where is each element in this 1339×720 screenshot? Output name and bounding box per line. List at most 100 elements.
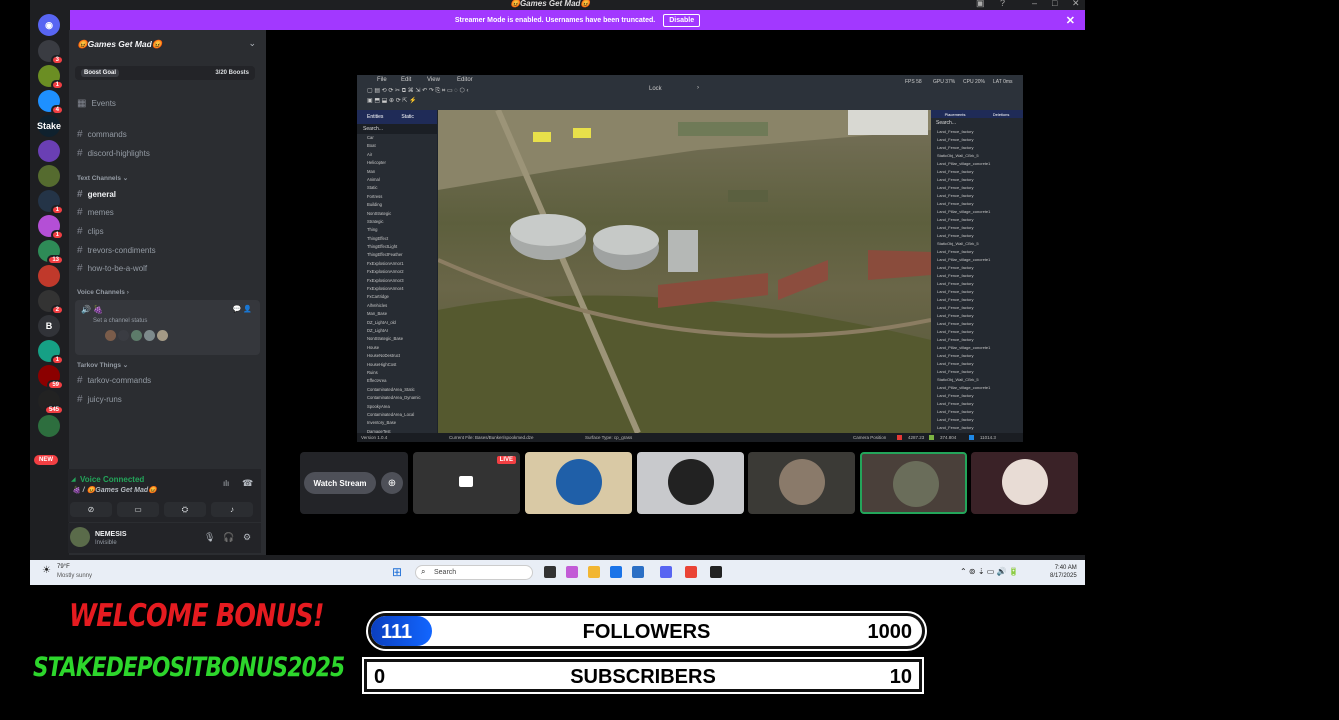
weather-desc[interactable]: Mostly sunny	[57, 573, 92, 579]
tab-deletions[interactable]: Deletions	[993, 112, 1010, 117]
tab-placements[interactable]: Placements	[945, 112, 966, 117]
menu-editor[interactable]: Editor	[457, 77, 473, 83]
placement-list-item[interactable]: Land_Fence_factory	[931, 328, 1023, 336]
placement-list-item[interactable]: Land_Fence_factory	[931, 264, 1023, 272]
edge-icon[interactable]	[610, 566, 622, 578]
watch-stream-button[interactable]: Watch Stream	[304, 472, 376, 494]
lock-label[interactable]: Lock	[649, 86, 662, 92]
avatar[interactable]	[157, 330, 168, 341]
object-list-item[interactable]: FxExplosionArmor2	[357, 268, 437, 276]
object-list-item[interactable]: NonStrategic	[357, 210, 437, 218]
object-list-item[interactable]: SpookyArea	[357, 403, 437, 411]
app-icon[interactable]	[710, 566, 722, 578]
participant-tile[interactable]	[971, 452, 1078, 514]
object-list-item[interactable]: Strategic	[357, 218, 437, 226]
placement-list-item[interactable]: Land_Fence_factory	[931, 424, 1023, 432]
placement-list-item[interactable]: Land_Fence_factory	[931, 168, 1023, 176]
server-icon[interactable]: 545	[38, 390, 64, 415]
inbox-icon[interactable]: ▣	[976, 0, 985, 9]
placement-list-item[interactable]: Land_Fence_factory	[931, 296, 1023, 304]
voice-connected-status[interactable]: Voice Connected	[80, 475, 144, 484]
map-viewport[interactable]	[438, 110, 931, 433]
tarkov-things-category[interactable]: Tarkov Things ⌄	[77, 361, 128, 369]
headphones-icon[interactable]: 🎧	[223, 532, 234, 543]
server-icon[interactable]: Stake	[37, 115, 61, 137]
placement-list-item[interactable]: Land_Fence_factory	[931, 360, 1023, 368]
placement-list-item[interactable]: Land_Fence_factory	[931, 176, 1023, 184]
placement-list-item[interactable]: Land_Fence_factory	[931, 280, 1023, 288]
placement-list-item[interactable]: Land_Fence_factory	[931, 224, 1023, 232]
placement-list-item[interactable]: Land_Fence_factory	[931, 128, 1023, 136]
tab-entities[interactable]: Entities	[367, 114, 383, 120]
close-banner-icon[interactable]: ✕	[1066, 14, 1075, 27]
object-list-item[interactable]: FxCartridge	[357, 293, 437, 301]
discord-home-icon[interactable]: ◉	[38, 14, 60, 36]
channel-commands[interactable]: # commands	[77, 128, 127, 140]
object-list-item[interactable]: Fortress	[357, 193, 437, 201]
placement-list-item[interactable]: Land_Fence_factory	[931, 136, 1023, 144]
username[interactable]: NEMESIS	[95, 531, 127, 538]
object-list-item[interactable]: Man_Base	[357, 310, 437, 318]
popout-icon[interactable]: ⊕	[381, 472, 403, 494]
object-list-item[interactable]: ContaminatedArea_Local	[357, 411, 437, 419]
object-list-item[interactable]: Helicopter	[357, 159, 437, 167]
voice-channels-category[interactable]: Voice Channels ›	[77, 289, 129, 296]
placement-list-item[interactable]: Land_Pillar_village_concrete1	[931, 384, 1023, 392]
secondary-toolbar-icons[interactable]: ▣ ⬒ ⬓ ⊕ ⟳ ⇱ ⚡	[367, 97, 417, 104]
tab-static[interactable]: Static	[401, 114, 414, 120]
placement-list-item[interactable]: Land_Fence_factory	[931, 184, 1023, 192]
copilot-icon[interactable]	[566, 566, 578, 578]
boost-goal-bar[interactable]: Boost Goal 3/20 Boosts	[75, 66, 255, 80]
taskbar-search[interactable]: Search	[415, 565, 533, 580]
weather-temp[interactable]: 79°F	[57, 564, 70, 570]
object-list-item[interactable]: ThingEffectFeather	[357, 251, 437, 259]
placement-list-item[interactable]: Land_Fence_factory	[931, 400, 1023, 408]
chat-icon[interactable]: 💬 👤	[233, 305, 252, 313]
object-search[interactable]: Search...	[357, 124, 437, 134]
voice-channel-card[interactable]: 🔊 🍇 💬 👤 Set a channel status	[75, 300, 260, 355]
object-list-item[interactable]: Animal	[357, 176, 437, 184]
placement-list-item[interactable]: Land_Fence_factory	[931, 368, 1023, 376]
avatar[interactable]	[144, 330, 155, 341]
channel-status[interactable]: Set a channel status	[93, 318, 147, 324]
placement-list-item[interactable]: Land_Fence_factory	[931, 392, 1023, 400]
placement-list-item[interactable]: Land_Fence_factory	[931, 216, 1023, 224]
tray-icons[interactable]: ⌃ ⊚ ⇣ ▭ 🔊 🔋	[960, 567, 1019, 576]
object-list-item[interactable]: FxExplosionArmor4	[357, 285, 437, 293]
placement-list-item[interactable]: Land_Pillar_village_concrete1	[931, 160, 1023, 168]
channel-clips[interactable]: # clips	[77, 225, 104, 237]
channel-juicy-runs[interactable]: # juicy-runs	[77, 393, 122, 405]
server-icon[interactable]	[38, 415, 60, 437]
server-icon[interactable]: 1	[38, 65, 64, 90]
participant-tile-speaking[interactable]	[860, 452, 967, 514]
maximize-icon[interactable]: □	[1052, 0, 1057, 8]
object-list-item[interactable]: FxExplosionArmor3	[357, 277, 437, 285]
object-list-item[interactable]: Boat	[357, 142, 437, 150]
stream-preview-tile[interactable]: LIVE	[413, 452, 520, 514]
placement-list-item[interactable]: StaticObj_Wall_CBrk_5	[931, 240, 1023, 248]
placement-list-item[interactable]: StaticObj_Wall_CBrk_5	[931, 152, 1023, 160]
disconnect-icon[interactable]: ☎	[242, 478, 253, 489]
channel-discord-highlights[interactable]: # discord-highlights	[77, 147, 150, 159]
disable-streamer-mode-button[interactable]: Disable	[663, 13, 701, 27]
object-list-item[interactable]: HouseHighCost	[357, 361, 437, 369]
guild-name[interactable]: 😡Games Get Mad😡	[77, 39, 162, 50]
placement-list-item[interactable]: Land_Fence_factory	[931, 232, 1023, 240]
placement-search[interactable]: Search...	[931, 118, 1023, 128]
soundboard-button[interactable]: ♪	[211, 502, 253, 517]
object-list-item[interactable]: Ruins	[357, 369, 437, 377]
menu-file[interactable]: File	[377, 77, 387, 83]
placement-list-item[interactable]: Land_Fence_factory	[931, 320, 1023, 328]
object-list-item[interactable]: EffectArea	[357, 377, 437, 385]
screen-share-button[interactable]: ▭	[117, 502, 159, 517]
microphone-icon[interactable]: 🎙	[204, 532, 215, 543]
placement-list-item[interactable]: Land_Fence_factory	[931, 336, 1023, 344]
weather-icon[interactable]: ☀	[42, 565, 51, 576]
voice-channel-path[interactable]: 🍇 / 😡Games Get Mad😡	[72, 486, 157, 494]
placement-list-item[interactable]: Land_Fence_factory	[931, 312, 1023, 320]
object-list-item[interactable]: Man	[357, 168, 437, 176]
object-list-item[interactable]: ThingEffectLight	[357, 243, 437, 251]
placement-list-item[interactable]: Land_Fence_factory	[931, 272, 1023, 280]
object-list-item[interactable]: DZ_LightAI_old	[357, 319, 437, 327]
object-list-item[interactable]: House	[357, 344, 437, 352]
